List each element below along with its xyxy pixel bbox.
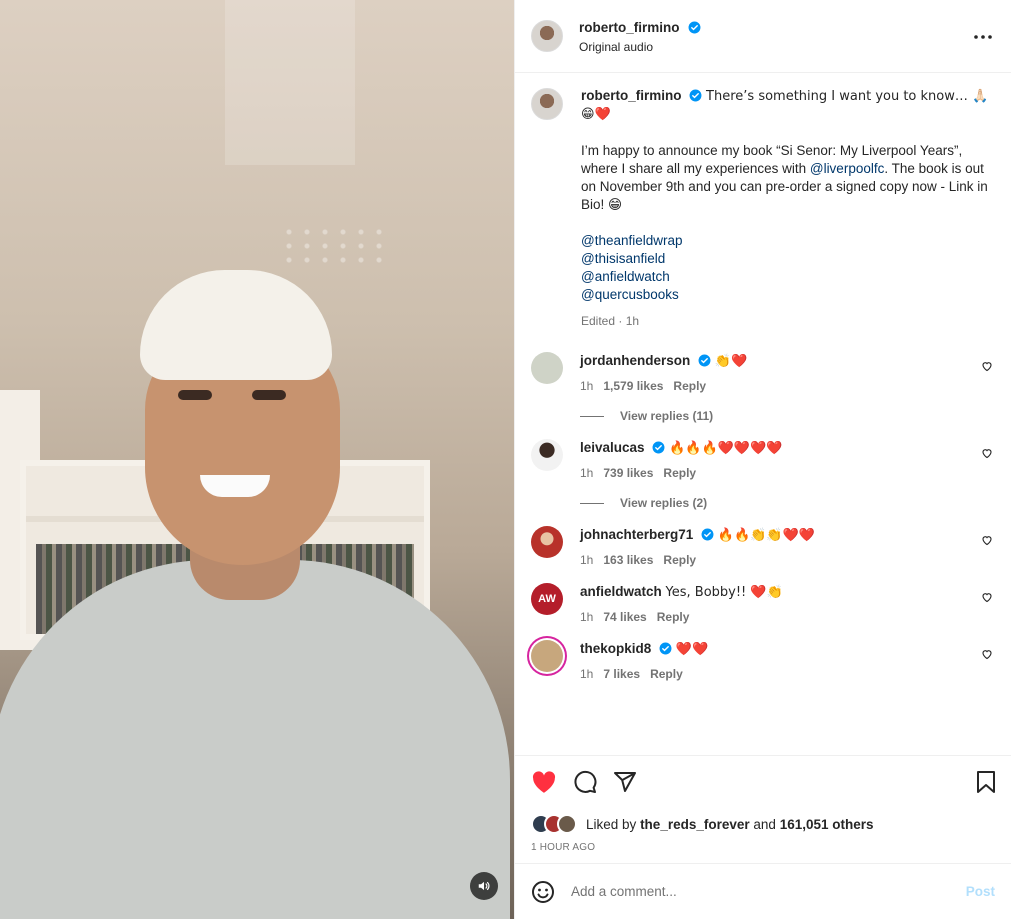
- comment-time: 1h: [580, 667, 594, 681]
- comment-likes[interactable]: 739 likes: [603, 466, 653, 480]
- author-avatar[interactable]: [531, 20, 563, 52]
- share-button[interactable]: [613, 770, 637, 794]
- mention-link[interactable]: @thisisanfield: [581, 250, 995, 268]
- comment-composer: Post: [515, 863, 1011, 919]
- liked-by-label: Liked by: [586, 816, 637, 832]
- commenter-username[interactable]: johnachterberg71: [580, 527, 693, 542]
- caption-line-1: There’s something I want you to know… 🙏🏻: [706, 89, 989, 104]
- reply-button[interactable]: Reply: [657, 610, 690, 624]
- avatar-initials: AW: [538, 593, 556, 605]
- paper-plane-icon: [614, 772, 636, 792]
- like-comment-icon[interactable]: [981, 534, 993, 546]
- commenter-username[interactable]: thekopkid8: [580, 641, 651, 656]
- comment-item: jordanhenderson 👏❤️ 1h 1,579 likes Reply: [531, 352, 995, 393]
- more-dots-icon: [974, 35, 992, 39]
- verified-badge-icon: [689, 89, 702, 102]
- verified-badge-icon: [659, 642, 672, 655]
- commenter-username[interactable]: jordanhenderson: [580, 353, 690, 368]
- liked-by-others[interactable]: 161,051 others: [780, 817, 874, 832]
- caption: roberto_firmino There’s something I want…: [531, 87, 995, 330]
- author-username[interactable]: roberto_firmino: [579, 20, 680, 35]
- post-timestamp[interactable]: 1 HOUR AGO: [515, 834, 1011, 863]
- speaker-icon: [478, 881, 490, 891]
- like-comment-icon[interactable]: [981, 648, 993, 660]
- comment-likes[interactable]: 1,579 likes: [603, 379, 663, 393]
- verified-badge-icon: [652, 441, 665, 454]
- caption-paragraph: I’m happy to announce my book “Si Senor:…: [581, 143, 988, 212]
- commenter-avatar[interactable]: [531, 526, 563, 558]
- ceiling-light-reflection: [280, 225, 390, 265]
- comment-text: ❤️❤️: [675, 642, 709, 657]
- liked-and: and: [753, 816, 776, 832]
- post-actions: [515, 755, 1011, 808]
- reply-button[interactable]: Reply: [650, 667, 683, 681]
- like-button[interactable]: [531, 770, 557, 794]
- commenter-avatar[interactable]: [531, 640, 563, 672]
- reel-video[interactable]: [0, 0, 514, 919]
- post-comment-button[interactable]: Post: [966, 884, 995, 899]
- mute-button[interactable]: [470, 872, 498, 900]
- save-button[interactable]: [975, 770, 997, 799]
- smiley-icon[interactable]: [531, 880, 555, 904]
- commenter-avatar[interactable]: [531, 352, 563, 384]
- reply-button[interactable]: Reply: [673, 379, 706, 393]
- mention-link[interactable]: @liverpoolfc: [810, 161, 884, 176]
- commenter-avatar[interactable]: AW: [531, 583, 563, 615]
- comment-text: 👏❤️: [714, 354, 748, 369]
- audio-label[interactable]: Original audio: [579, 40, 701, 54]
- comment-item: johnachterberg71 🔥🔥👏👏❤️❤️ 1h 163 likes Rep…: [531, 526, 995, 567]
- comment-item: AW anfieldwatch Yes, Bobby!! ❤️👏 1h 74 li…: [531, 583, 995, 624]
- post-header: roberto_firmino Original audio: [515, 0, 1011, 73]
- reply-button[interactable]: Reply: [663, 466, 696, 480]
- bookmark-icon: [977, 771, 995, 793]
- comment-time: 1h: [580, 379, 594, 393]
- comment-button[interactable]: [573, 770, 597, 794]
- comment-time: 1h: [580, 553, 594, 567]
- comment-text: Yes, Bobby!! ❤️👏: [665, 585, 783, 600]
- commenter-avatar[interactable]: [531, 439, 563, 471]
- comment-likes[interactable]: 163 likes: [603, 553, 653, 567]
- heart-filled-icon: [532, 771, 556, 793]
- verified-badge-icon: [701, 528, 714, 541]
- person: [0, 270, 514, 919]
- caption-meta: Edited · 1h: [581, 314, 640, 328]
- post-panel: roberto_firmino Original audio roberto_f…: [514, 0, 1011, 919]
- comment-item: thekopkid8 ❤️❤️ 1h 7 likes Reply: [531, 640, 995, 681]
- commenter-username[interactable]: leivalucas: [580, 440, 645, 455]
- like-comment-icon[interactable]: [981, 591, 993, 603]
- comments-scroll[interactable]: roberto_firmino There’s something I want…: [515, 73, 1011, 755]
- reply-button[interactable]: Reply: [663, 553, 696, 567]
- comment-bubble-icon: [574, 770, 597, 793]
- comment-time: 1h: [580, 466, 594, 480]
- verified-badge-icon: [698, 354, 711, 367]
- comment-likes[interactable]: 74 likes: [603, 610, 646, 624]
- white-cap: [140, 270, 332, 380]
- comment-time: 1h: [580, 610, 594, 624]
- more-options-button[interactable]: [971, 27, 995, 47]
- likes-summary: Liked by the_reds_forever and 161,051 ot…: [515, 808, 1011, 834]
- mention-link[interactable]: @quercusbooks: [581, 286, 995, 304]
- comment-likes[interactable]: 7 likes: [603, 667, 640, 681]
- view-replies-button[interactable]: View replies (11): [580, 409, 995, 423]
- liked-by-user[interactable]: the_reds_forever: [640, 817, 750, 832]
- comment-text: 🔥🔥🔥❤️❤️❤️❤️: [669, 441, 783, 456]
- view-replies-button[interactable]: View replies (2): [580, 496, 995, 510]
- mention-link[interactable]: @anfieldwatch: [581, 268, 995, 286]
- ceiling-light: [225, 0, 355, 165]
- caption-line-2: 😁❤️: [581, 107, 611, 122]
- like-comment-icon[interactable]: [981, 360, 993, 372]
- comment-text: 🔥🔥👏👏❤️❤️: [717, 528, 815, 543]
- like-comment-icon[interactable]: [981, 447, 993, 459]
- liker-avatars[interactable]: [531, 814, 577, 834]
- verified-badge-icon: [688, 21, 701, 33]
- commenter-username[interactable]: anfieldwatch: [580, 584, 662, 599]
- mention-link[interactable]: @theanfieldwrap: [581, 232, 995, 250]
- comment-input[interactable]: [571, 884, 966, 899]
- caption-username[interactable]: roberto_firmino: [581, 88, 682, 103]
- comment-item: leivalucas 🔥🔥🔥❤️❤️❤️❤️ 1h 739 likes Reply: [531, 439, 995, 480]
- caption-author-avatar[interactable]: [531, 88, 563, 120]
